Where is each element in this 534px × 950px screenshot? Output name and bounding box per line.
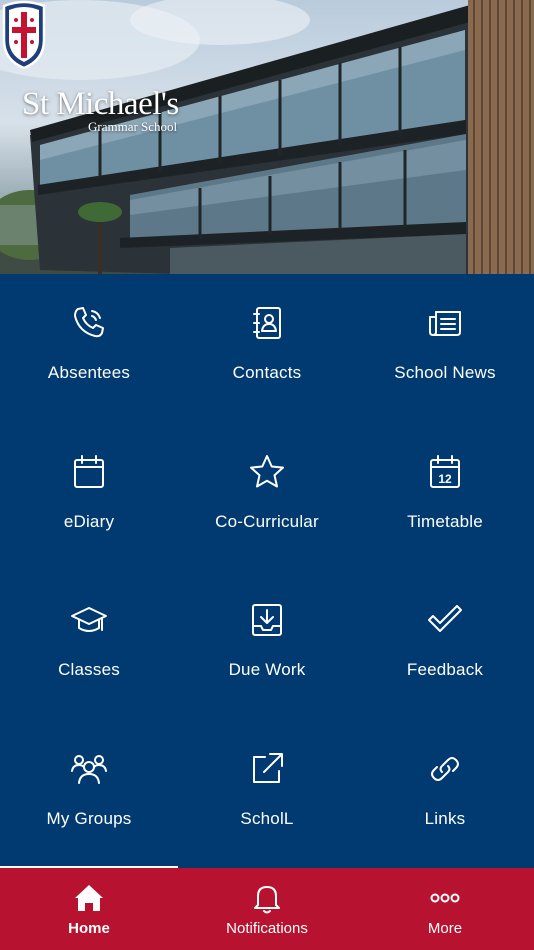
calendar-12-icon: 12 — [425, 452, 465, 492]
school-building-photo — [0, 0, 534, 274]
school-subtitle: Grammar School — [88, 119, 178, 134]
more-dots-icon — [428, 881, 462, 915]
tile-label: Contacts — [232, 363, 302, 382]
checkmark-icon — [425, 600, 465, 640]
tile-my-groups[interactable]: My Groups — [0, 720, 178, 869]
tile-label: Timetable — [407, 511, 483, 531]
bottom-tab-bar: Home Notifications More — [0, 868, 534, 950]
graduation-cap-icon — [69, 600, 109, 640]
tile-label: Classes — [58, 660, 120, 679]
phone-icon — [69, 303, 109, 343]
tile-school-news[interactable]: School News — [356, 274, 534, 423]
calendar-icon — [69, 452, 109, 492]
tab-home[interactable]: Home — [0, 868, 178, 950]
newspaper-icon — [425, 303, 465, 343]
tile-label: My Groups — [46, 808, 132, 828]
svg-text:12: 12 — [438, 472, 452, 486]
tab-notifications[interactable]: Notifications — [178, 868, 356, 950]
tile-label: Absentees — [47, 363, 131, 382]
home-icon — [72, 881, 106, 915]
contact-book-icon — [247, 303, 287, 343]
tile-label: Co-Curricular — [215, 511, 319, 531]
tile-co-curricular[interactable]: Co-Curricular — [178, 423, 356, 572]
tile-feedback[interactable]: Feedback — [356, 571, 534, 720]
link-icon — [425, 749, 465, 789]
tab-more[interactable]: More — [356, 868, 534, 950]
tab-label: More — [427, 920, 463, 937]
tab-label: Notifications — [226, 920, 308, 937]
tile-links[interactable]: Links — [356, 720, 534, 869]
tab-label: Home — [68, 920, 110, 937]
tile-classes[interactable]: Classes — [0, 571, 178, 720]
star-icon — [247, 452, 287, 492]
tile-timetable[interactable]: 12 Timetable — [356, 423, 534, 572]
tile-label: Due Work — [228, 660, 306, 679]
school-name: St Michael's — [22, 86, 179, 122]
tile-label: Feedback — [406, 660, 484, 679]
tile-contacts[interactable]: Contacts — [178, 274, 356, 423]
tile-due-work[interactable]: Due Work — [178, 571, 356, 720]
download-tray-icon — [247, 600, 287, 640]
menu-grid: Absentees Contacts School News eDiary Co… — [0, 274, 534, 868]
group-icon — [69, 749, 109, 789]
tile-label: Links — [424, 808, 466, 828]
tile-schol[interactable]: ScholL — [178, 720, 356, 869]
tile-label: ScholL — [240, 808, 294, 828]
bell-icon — [250, 881, 284, 915]
external-link-icon — [247, 749, 287, 789]
tile-label: eDiary — [63, 511, 115, 531]
tile-ediary[interactable]: eDiary — [0, 423, 178, 572]
school-crest-logo — [2, 0, 46, 70]
tile-absentees[interactable]: Absentees — [0, 274, 178, 423]
tile-label: School News — [394, 363, 496, 382]
hero-banner: St Michael's Grammar School — [0, 0, 534, 274]
